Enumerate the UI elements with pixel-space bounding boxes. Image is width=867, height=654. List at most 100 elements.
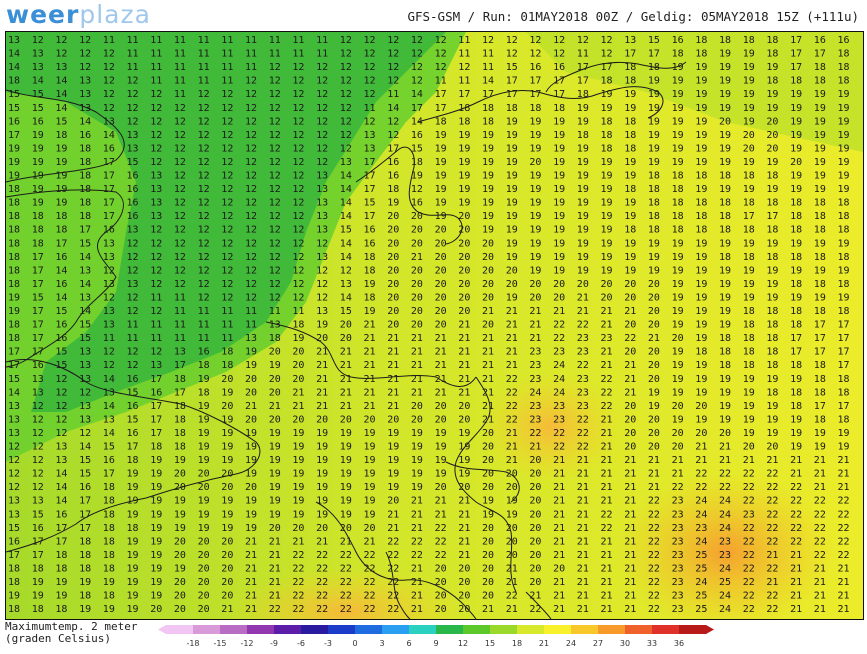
temperature-value: 21 xyxy=(269,536,281,547)
temperature-map[interactable]: 13 12 12 12 11 11 11 11 11 11 11 11 11 11 12 12 12 12 12 11… xyxy=(5,31,864,620)
temperature-value: 20 xyxy=(411,265,423,276)
temperature-value: 23 xyxy=(577,401,589,412)
temperature-value: 15 xyxy=(127,157,139,168)
color-scale-tick: 12 xyxy=(458,639,468,648)
temperature-value: 18 xyxy=(719,171,731,182)
temperature-value: 16 xyxy=(32,523,44,534)
temperature-value: 22 xyxy=(506,414,518,425)
temperature-value: 19 xyxy=(103,604,115,615)
temperature-value: 19 xyxy=(695,292,707,303)
temperature-value: 18 xyxy=(838,198,850,209)
temperature-value: 12 xyxy=(221,279,233,290)
temperature-value: 21 xyxy=(269,563,281,574)
temperature-value: 16 xyxy=(103,143,115,154)
temperature-value: 20 xyxy=(435,265,447,276)
temperature-value: 19 xyxy=(32,184,44,195)
temperature-value: 19 xyxy=(127,591,139,602)
temperature-value: 20 xyxy=(411,401,423,412)
temperature-value: 12 xyxy=(269,157,281,168)
temperature-value: 19 xyxy=(529,211,541,222)
temperature-value: 19 xyxy=(387,469,399,480)
temperature-value: 19 xyxy=(364,306,376,317)
temperature-value: 21 xyxy=(245,604,257,615)
temperature-value: 18 xyxy=(553,103,565,114)
temperature-value: 18 xyxy=(79,591,91,602)
temperature-value: 17 xyxy=(648,49,660,60)
temperature-value: 19 xyxy=(743,76,755,87)
temperature-value: 19 xyxy=(364,469,376,480)
temperature-value: 20 xyxy=(458,401,470,412)
temperature-value: 19 xyxy=(838,292,850,303)
temperature-value: 19 xyxy=(316,509,328,520)
temperature-value: 17 xyxy=(174,387,186,398)
temperature-value: 19 xyxy=(814,442,826,453)
temperature-value: 21 xyxy=(553,550,565,561)
temperature-value: 12 xyxy=(292,89,304,100)
temperature-value: 20 xyxy=(766,130,778,141)
temperature-value: 18 xyxy=(743,347,755,358)
temperature-value: 11 xyxy=(198,306,210,317)
temperature-value: 11 xyxy=(198,49,210,60)
temperature-value: 19 xyxy=(221,387,233,398)
temperature-value: 21 xyxy=(624,523,636,534)
temperature-value: 11 xyxy=(221,49,233,60)
temperature-value: 19 xyxy=(790,414,802,425)
temperature-value: 12 xyxy=(103,347,115,358)
temperature-value: 21 xyxy=(316,360,328,371)
temperature-value: 12 xyxy=(32,428,44,439)
temperature-value: 13 xyxy=(79,103,91,114)
temperature-value: 20 xyxy=(743,130,755,141)
temperature-value: 18 xyxy=(8,211,20,222)
temperature-value: 11 xyxy=(269,49,281,60)
temperature-value: 21 xyxy=(790,455,802,466)
temperature-value: 19 xyxy=(387,428,399,439)
temperature-value: 11 xyxy=(292,49,304,60)
temperature-value: 12 xyxy=(506,49,518,60)
temperature-value: 21 xyxy=(601,604,613,615)
temperature-value: 20 xyxy=(624,428,636,439)
temperature-value: 20 xyxy=(743,442,755,453)
temperature-value: 15 xyxy=(55,116,67,127)
temperature-value: 17 xyxy=(8,550,20,561)
temperature-value: 13 xyxy=(316,184,328,195)
temperature-value: 18 xyxy=(79,211,91,222)
temperature-value: 19 xyxy=(695,265,707,276)
temperature-value: 18 xyxy=(364,292,376,303)
temperature-value: 22 xyxy=(340,550,352,561)
temperature-value: 20 xyxy=(458,604,470,615)
temperature-value: 12 xyxy=(340,265,352,276)
temperature-value: 19 xyxy=(292,428,304,439)
temperature-value: 17 xyxy=(32,536,44,547)
temperature-value: 18 xyxy=(814,198,826,209)
temperature-value: 21 xyxy=(411,509,423,520)
temperature-value: 17 xyxy=(790,49,802,60)
temperature-value: 22 xyxy=(387,536,399,547)
temperature-value: 17 xyxy=(55,536,67,547)
temperature-value: 19 xyxy=(198,374,210,385)
temperature-value: 18 xyxy=(174,428,186,439)
temperature-value: 12 xyxy=(127,89,139,100)
temperature-value: 18 xyxy=(814,225,826,236)
temperature-value: 17 xyxy=(32,279,44,290)
temperature-value: 17 xyxy=(529,89,541,100)
temperature-value: 21 xyxy=(838,563,850,574)
temperature-value: 17 xyxy=(458,89,470,100)
temperature-value: 23 xyxy=(695,523,707,534)
temperature-value: 12 xyxy=(411,62,423,73)
temperature-value: 19 xyxy=(695,116,707,127)
temperature-value: 12 xyxy=(269,76,281,87)
temperature-value: 22 xyxy=(292,563,304,574)
temperature-value: 19 xyxy=(601,198,613,209)
temperature-value: 20 xyxy=(387,211,399,222)
temperature-value: 21 xyxy=(316,374,328,385)
temperature-value: 21 xyxy=(601,360,613,371)
temperature-value: 18 xyxy=(766,252,778,263)
temperature-value: 18 xyxy=(743,306,755,317)
temperature-value: 18 xyxy=(79,184,91,195)
temperature-value: 18 xyxy=(8,320,20,331)
temperature-value: 19 xyxy=(316,469,328,480)
temperature-value: 20 xyxy=(482,265,494,276)
temperature-value: 24 xyxy=(553,360,565,371)
temperature-value: 12 xyxy=(316,143,328,154)
temperature-value: 19 xyxy=(127,577,139,588)
